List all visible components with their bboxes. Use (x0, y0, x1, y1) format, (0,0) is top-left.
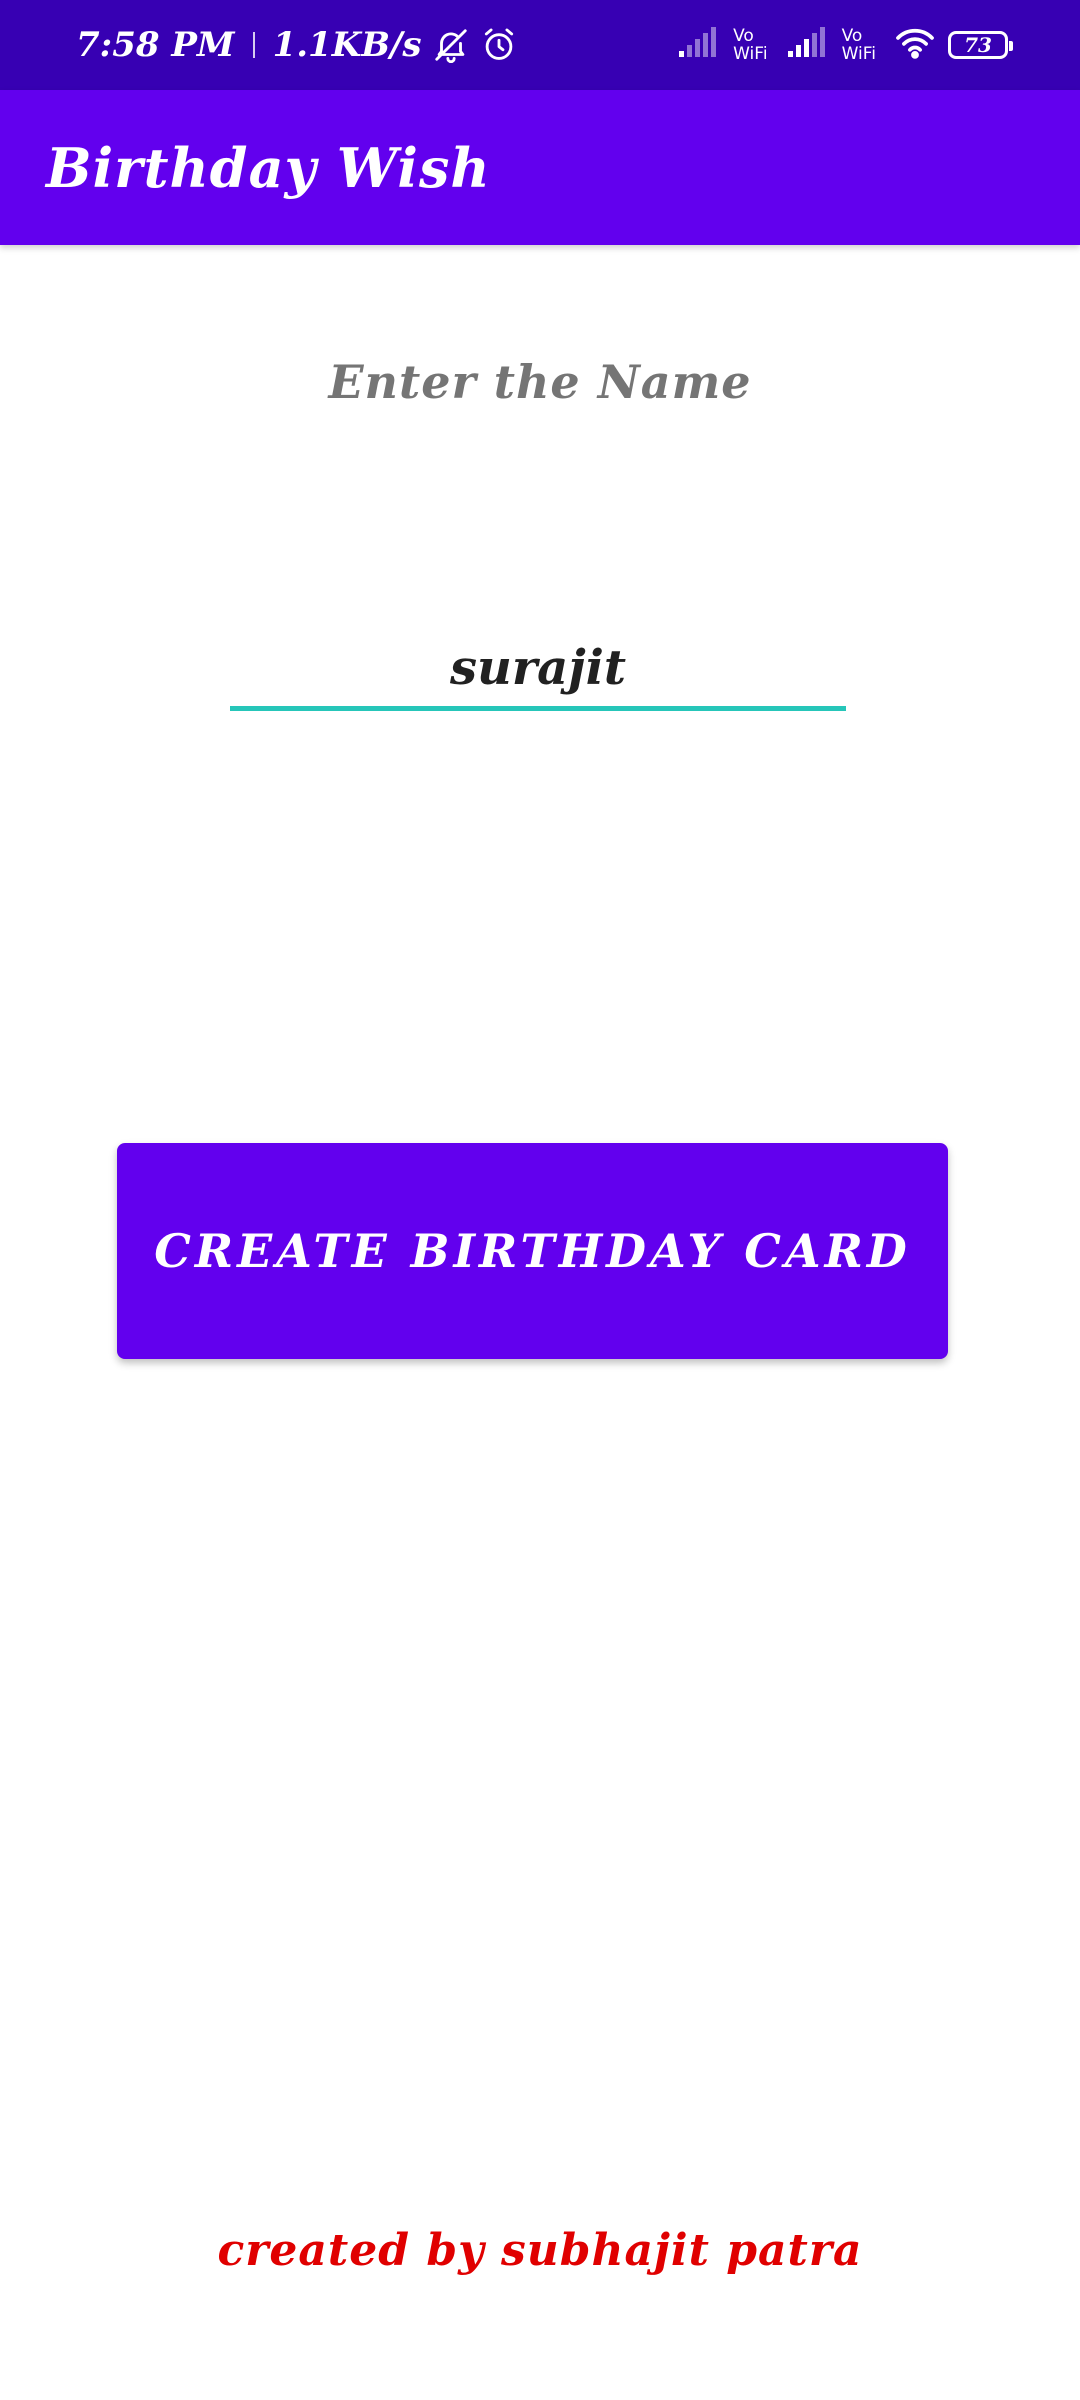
battery-level: 73 (964, 33, 992, 57)
vowifi-icon: Vo WiFi (841, 26, 876, 64)
create-birthday-card-button[interactable]: CREATE BIRTHDAY CARD (117, 1143, 948, 1359)
name-prompt-label: Enter the Name (328, 355, 752, 409)
name-input[interactable]: surajit (230, 630, 846, 711)
app-title: Birthday Wish (46, 135, 491, 200)
battery-icon: 73 (948, 31, 1013, 59)
bell-muted-icon (432, 26, 470, 64)
alarm-icon (480, 26, 518, 64)
vowifi-icon: Vo WiFi (733, 26, 768, 64)
signal-icon (786, 27, 830, 63)
status-separator (252, 32, 255, 58)
footer-credit: created by subhajit patra (217, 2225, 863, 2276)
wifi-icon (894, 26, 936, 64)
status-time: 7:58 PM (76, 25, 235, 65)
network-speed: 1.1KB/s (272, 25, 422, 65)
status-bar: 7:58 PM 1.1KB/s Vo WiFi Vo WiFi 73 (0, 0, 1080, 90)
status-left: 7:58 PM 1.1KB/s (76, 0, 518, 90)
status-right: Vo WiFi Vo WiFi 73 (677, 0, 1013, 90)
signal-icon (677, 27, 721, 63)
app-bar: Birthday Wish (0, 90, 1080, 245)
